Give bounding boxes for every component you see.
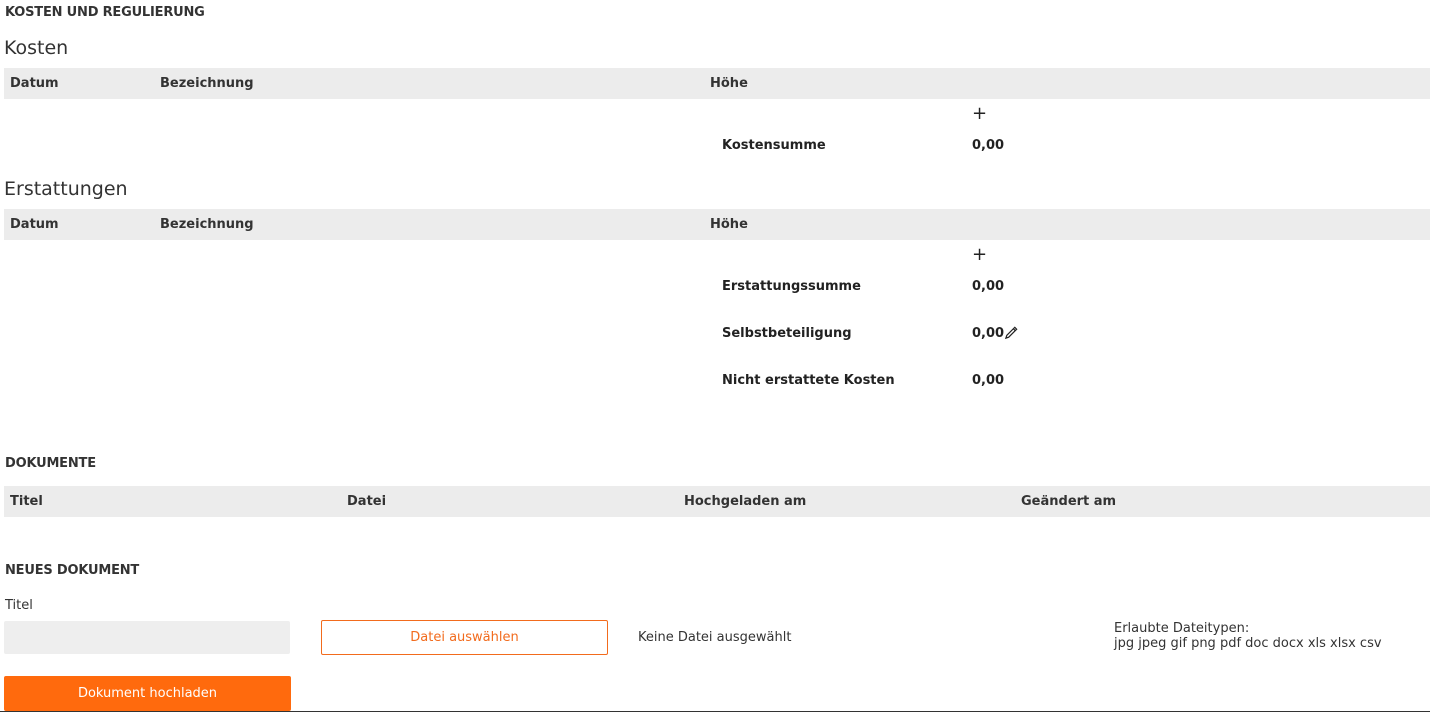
erstattungen-title: Erstattungen <box>4 178 128 200</box>
costs-page: KOSTEN UND REGULIERUNG Kosten Datum Beze… <box>0 0 1430 712</box>
kostensumme-value: 0,00 <box>972 138 1005 153</box>
dokument-hochladen-button[interactable]: Dokument hochladen <box>4 676 291 711</box>
datei-auswaehlen-button[interactable]: Datei auswählen <box>321 620 608 655</box>
erstattungen-table-header: Datum Bezeichnung Höhe <box>4 209 1430 240</box>
nicht-erstattete-kosten-label: Nicht erstattete Kosten <box>722 373 895 388</box>
selbstbeteiligung-value: 0,00 <box>972 326 1005 341</box>
pencil-icon[interactable] <box>1004 325 1019 344</box>
allowed-file-types-list: jpg jpeg gif png pdf doc docx xls xlsx c… <box>1114 636 1382 651</box>
erstattungen-col-bezeichnung: Bezeichnung <box>160 217 254 232</box>
nicht-erstattete-kosten-value: 0,00 <box>972 373 1005 388</box>
dokumente-col-titel: Titel <box>10 494 43 509</box>
dokumente-table-header: Titel Datei Hochgeladen am Geändert am <box>4 486 1430 517</box>
erstattungen-col-datum: Datum <box>10 217 59 232</box>
file-status-text: Keine Datei ausgewählt <box>638 630 792 645</box>
kosten-title: Kosten <box>4 37 69 59</box>
erstattungen-col-hoehe: Höhe <box>710 217 748 232</box>
dokumente-title: DOKUMENTE <box>5 456 96 471</box>
dokumente-col-datei: Datei <box>347 494 387 509</box>
dokumente-col-geaendert: Geändert am <box>1021 494 1117 509</box>
selbstbeteiligung-label: Selbstbeteiligung <box>722 326 852 341</box>
add-kosten-button[interactable]: + <box>972 105 987 123</box>
kosten-table-header: Datum Bezeichnung Höhe <box>4 68 1430 99</box>
kosten-col-datum: Datum <box>10 76 59 91</box>
kosten-col-bezeichnung: Bezeichnung <box>160 76 254 91</box>
kosten-col-hoehe: Höhe <box>710 76 748 91</box>
add-erstattung-button[interactable]: + <box>972 246 987 264</box>
neues-dokument-title: NEUES DOKUMENT <box>5 563 140 578</box>
dokumente-col-hochgeladen: Hochgeladen am <box>684 494 807 509</box>
erstattungssumme-value: 0,00 <box>972 279 1005 294</box>
titel-label: Titel <box>5 598 33 613</box>
erstattungssumme-label: Erstattungssumme <box>722 279 861 294</box>
kostensumme-label: Kostensumme <box>722 138 826 153</box>
section-title-kosten-regulierung: KOSTEN UND REGULIERUNG <box>5 5 205 20</box>
allowed-file-types-label: Erlaubte Dateitypen: <box>1114 621 1250 636</box>
allowed-file-types: Erlaubte Dateitypen: jpg jpeg gif png pd… <box>1114 621 1382 651</box>
titel-input[interactable] <box>4 621 290 654</box>
